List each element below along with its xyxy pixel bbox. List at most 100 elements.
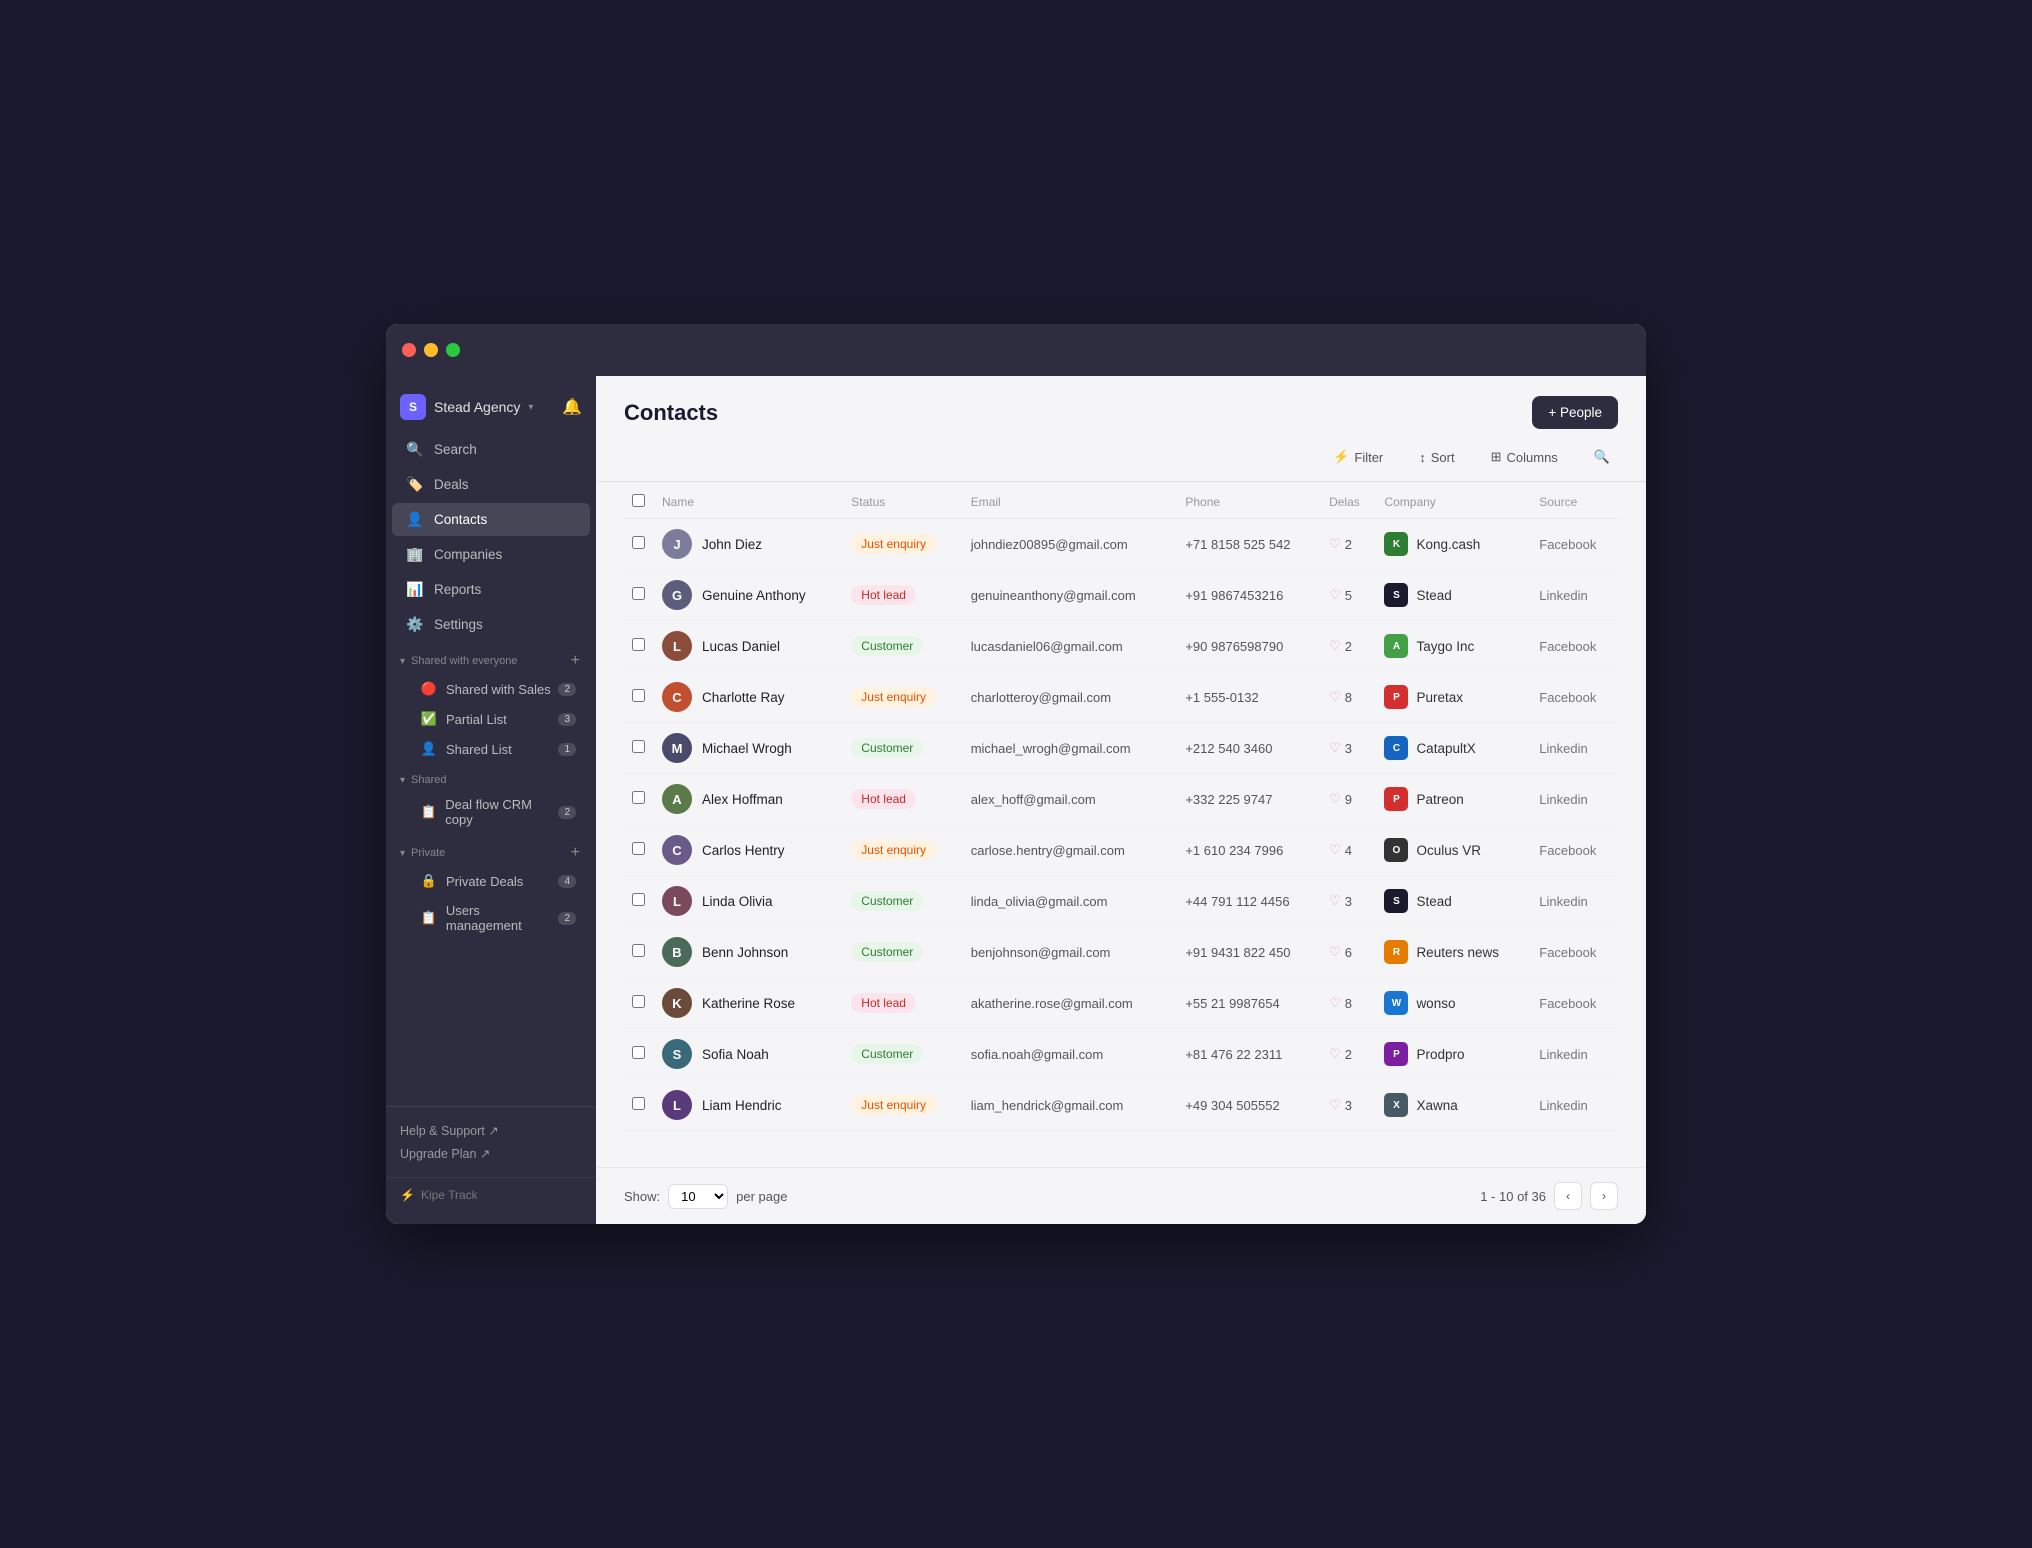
deals-count: 8 — [1345, 996, 1352, 1011]
filter-label: Filter — [1354, 450, 1383, 465]
row-checkbox[interactable] — [632, 995, 645, 1008]
sidebar-item-search[interactable]: 🔍 Search — [392, 433, 590, 466]
row-company-cell: W wonso — [1376, 978, 1531, 1029]
row-checkbox[interactable] — [632, 791, 645, 804]
row-checkbox[interactable] — [632, 1046, 645, 1059]
sidebar-item-shared-list[interactable]: 👤 Shared List 1 — [392, 735, 590, 763]
contact-name[interactable]: Benn Johnson — [702, 945, 788, 960]
row-checkbox[interactable] — [632, 587, 645, 600]
upgrade-plan-link[interactable]: Upgrade Plan ↗ — [400, 1142, 582, 1165]
section-shared-with-everyone[interactable]: ▾ Shared with everyone + — [386, 642, 596, 674]
sidebar-item-contacts[interactable]: 👤 Contacts — [392, 503, 590, 536]
kipe-footer: ⚡ Kipe Track — [386, 1177, 596, 1212]
row-deals-cell: ♡ 2 — [1321, 621, 1376, 672]
sidebar-item-shared-with-sales[interactable]: 🔴 Shared with Sales 2 — [392, 675, 590, 703]
contact-name[interactable]: Lucas Daniel — [702, 639, 780, 654]
contact-name[interactable]: John Diez — [702, 537, 762, 552]
brand-selector[interactable]: S Stead Agency ▾ — [400, 394, 533, 420]
companies-nav-icon: 🏢 — [406, 546, 424, 563]
row-checkbox[interactable] — [632, 536, 645, 549]
users-management-label: Users management — [446, 903, 559, 933]
row-checkbox[interactable] — [632, 740, 645, 753]
row-email-cell: sofia.noah@gmail.com — [963, 1029, 1178, 1080]
avatar: C — [662, 835, 692, 865]
add-shared-everyone-button[interactable]: + — [569, 652, 582, 670]
section-shared[interactable]: ▾ Shared — [386, 764, 596, 790]
contact-name[interactable]: Carlos Hentry — [702, 843, 785, 858]
maximize-button[interactable] — [446, 343, 460, 357]
row-phone-cell: +1 555-0132 — [1177, 672, 1321, 723]
table-body: J John Diez Just enquiry johndiez00895@g… — [624, 519, 1618, 1131]
row-email-cell: genuineanthony@gmail.com — [963, 570, 1178, 621]
row-deals-cell: ♡ 3 — [1321, 1080, 1376, 1131]
contact-name[interactable]: Alex Hoffman — [702, 792, 783, 807]
row-name-cell: B Benn Johnson — [654, 927, 843, 978]
deals-count: 6 — [1345, 945, 1352, 960]
contact-name[interactable]: Katherine Rose — [702, 996, 795, 1011]
row-source-cell: Facebook — [1531, 825, 1618, 876]
avatar: K — [662, 988, 692, 1018]
next-page-button[interactable]: › — [1590, 1182, 1618, 1210]
minimize-button[interactable] — [424, 343, 438, 357]
header-phone: Phone — [1177, 482, 1321, 519]
contact-name[interactable]: Linda Olivia — [702, 894, 773, 909]
prev-page-button[interactable]: ‹ — [1554, 1182, 1582, 1210]
columns-button[interactable]: ⊞ Columns — [1483, 445, 1566, 469]
row-checkbox[interactable] — [632, 689, 645, 702]
sidebar-brand: S Stead Agency ▾ 🔔 — [386, 388, 596, 432]
contact-name[interactable]: Genuine Anthony — [702, 588, 806, 603]
row-checkbox[interactable] — [632, 893, 645, 906]
company-logo: S — [1384, 889, 1408, 913]
avatar: L — [662, 1090, 692, 1120]
filter-button[interactable]: ⚡ Filter — [1325, 445, 1391, 469]
company-logo: S — [1384, 583, 1408, 607]
sidebar-item-reports[interactable]: 📊 Reports — [392, 573, 590, 606]
per-page-select[interactable]: 102550100 — [668, 1184, 728, 1209]
header-email: Email — [963, 482, 1178, 519]
search-icon-button[interactable]: 🔍 — [1586, 445, 1618, 469]
contact-name[interactable]: Michael Wrogh — [702, 741, 792, 756]
table-row: L Linda Olivia Customer linda_olivia@gma… — [624, 876, 1618, 927]
select-all-checkbox[interactable] — [632, 494, 645, 507]
users-management-badge: 2 — [558, 912, 576, 925]
row-deals-cell: ♡ 2 — [1321, 519, 1376, 570]
add-people-button[interactable]: + People — [1532, 396, 1618, 429]
main-content: Contacts + People ⚡ Filter ↕ Sort ⊞ Colu… — [596, 376, 1646, 1224]
row-checkbox[interactable] — [632, 1097, 645, 1110]
row-phone-cell: +71 8158 525 542 — [1177, 519, 1321, 570]
shared-with-sales-badge: 2 — [558, 683, 576, 696]
brand-chevron-icon: ▾ — [528, 402, 533, 413]
row-checkbox[interactable] — [632, 638, 645, 651]
sidebar-item-settings[interactable]: ⚙️ Settings — [392, 608, 590, 641]
app-window: S Stead Agency ▾ 🔔 🔍 Search 🏷️ Deals 👤 C… — [386, 324, 1646, 1224]
brand-icon: S — [400, 394, 426, 420]
row-company-cell: S Stead — [1376, 876, 1531, 927]
row-checkbox[interactable] — [632, 944, 645, 957]
sidebar-item-users-management[interactable]: 📋 Users management 2 — [392, 897, 590, 939]
shared-list-badge: 1 — [558, 743, 576, 756]
add-private-button[interactable]: + — [569, 844, 582, 862]
contact-name[interactable]: Charlotte Ray — [702, 690, 785, 705]
sidebar-item-deal-flow-crm[interactable]: 📋 Deal flow CRM copy 2 — [392, 791, 590, 833]
row-phone-cell: +1 610 234 7996 — [1177, 825, 1321, 876]
avatar: S — [662, 1039, 692, 1069]
sidebar-item-companies[interactable]: 🏢 Companies — [392, 538, 590, 571]
section-private[interactable]: ▾ Private + — [386, 834, 596, 866]
sort-button[interactable]: ↕ Sort — [1411, 446, 1462, 469]
header-deals: Delas — [1321, 482, 1376, 519]
contact-name[interactable]: Sofia Noah — [702, 1047, 769, 1062]
contact-name[interactable]: Liam Hendric — [702, 1098, 782, 1113]
row-checkbox[interactable] — [632, 842, 645, 855]
help-support-link[interactable]: Help & Support ↗ — [400, 1119, 582, 1142]
sidebar-item-private-deals[interactable]: 🔒 Private Deals 4 — [392, 867, 590, 895]
row-name-cell: C Charlotte Ray — [654, 672, 843, 723]
notifications-bell-icon[interactable]: 🔔 — [562, 397, 582, 417]
sidebar-item-partial-list[interactable]: ✅ Partial List 3 — [392, 705, 590, 733]
row-checkbox-cell — [624, 621, 654, 672]
close-button[interactable] — [402, 343, 416, 357]
deal-flow-badge: 2 — [558, 806, 576, 819]
table-row: G Genuine Anthony Hot lead genuineanthon… — [624, 570, 1618, 621]
row-source-cell: Linkedin — [1531, 1080, 1618, 1131]
status-badge: Just enquiry — [851, 687, 936, 707]
sidebar-item-deals[interactable]: 🏷️ Deals — [392, 468, 590, 501]
